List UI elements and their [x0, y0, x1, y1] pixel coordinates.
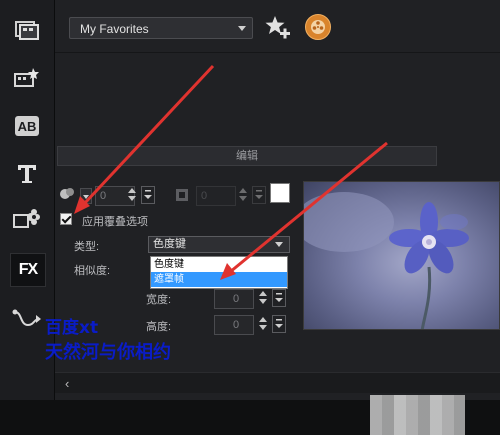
blurred-region [370, 395, 465, 435]
watermark-line-2: 天然河与你相约 [45, 342, 171, 363]
watermark-line-1: 百度xt [45, 318, 99, 338]
red-arrow-2 [229, 141, 388, 274]
red-arrow-2-head [220, 263, 236, 280]
annotation-arrows [74, 64, 388, 280]
red-arrow-1 [82, 64, 215, 206]
